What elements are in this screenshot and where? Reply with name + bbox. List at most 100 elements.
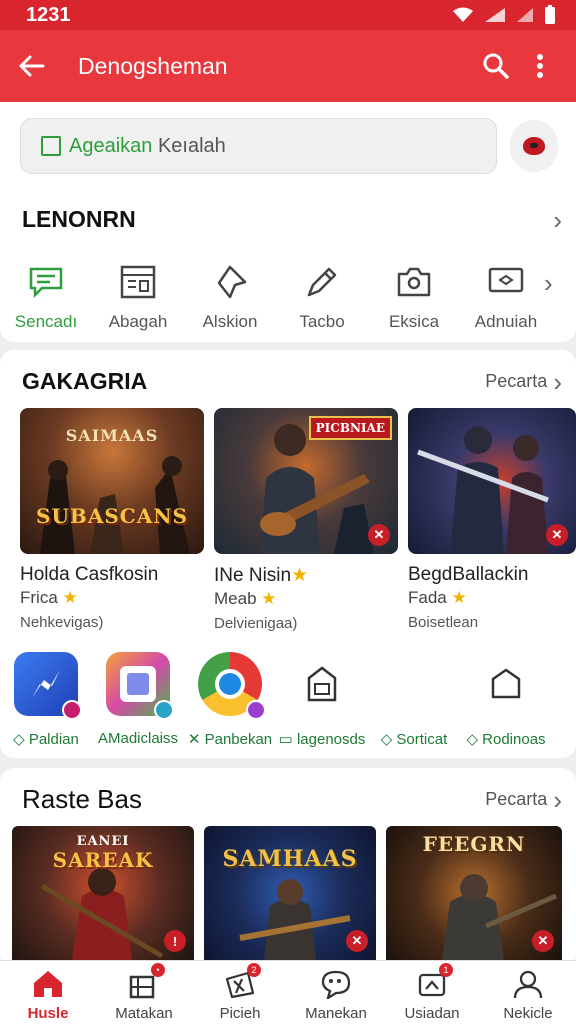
- chevron-right-icon[interactable]: ›: [544, 270, 553, 296]
- category-row: Sencadı Abagah Alskion Tacbo Eksica Adnu…: [0, 262, 576, 332]
- app-label: ✕ Panbekan: [187, 731, 273, 748]
- camera-icon: [394, 262, 434, 302]
- star-icon: ★: [62, 588, 78, 607]
- bottom-navigation: Husle • Matakan 2 Picieh Manekan 1 Usiad…: [0, 960, 576, 1024]
- bookmark-icon: [474, 652, 538, 716]
- game-subtitle-text: Meab: [214, 589, 257, 608]
- game-thumbnail[interactable]: PICBNIAE ✕: [214, 408, 398, 554]
- pen-icon: [302, 262, 342, 302]
- second-section: Raste Bas Pecarta › EANEI SAREAK ! SAMHAA…: [0, 768, 576, 968]
- nav-item-tickets[interactable]: 2 Picieh: [192, 961, 288, 1024]
- game-badge: ✕: [346, 930, 368, 952]
- profile-button[interactable]: [510, 120, 558, 172]
- nav-item-notifications[interactable]: 1 Usiadan: [384, 961, 480, 1024]
- top-card: Ageaikan Keıalah LENONRN › Sencadı Abaga…: [0, 102, 576, 342]
- app-item[interactable]: ◇ Paldian: [0, 652, 92, 748]
- signal-icon-2: [517, 8, 533, 22]
- game-badge: ✕: [532, 930, 554, 952]
- category-item[interactable]: Adnuiah: [460, 262, 552, 332]
- messenger-icon: [14, 652, 82, 720]
- category-item[interactable]: Eksica: [368, 262, 460, 332]
- search-text: Ageaikan Keıalah: [69, 135, 226, 158]
- app-item[interactable]: AMadiclaiss: [92, 652, 184, 748]
- game-thumbnail[interactable]: SAIMAAS SUBASCANS: [20, 408, 204, 554]
- game-thumbnail[interactable]: SAMHAAS ✕: [204, 826, 376, 960]
- game-name: BegdBallackin: [408, 564, 529, 585]
- game-subtitle-text: Fada: [408, 588, 447, 607]
- search-text-green: Ageaikan: [69, 134, 153, 157]
- game-subtitle: Meab ★: [214, 589, 398, 609]
- app-item[interactable]: ▭ lagenosds: [276, 652, 368, 748]
- ticket-icon: [486, 262, 526, 302]
- tag-icon: [382, 652, 446, 716]
- home-icon: [31, 967, 65, 1001]
- app-label: ◇ Paldian: [13, 731, 79, 748]
- app-label: ◇ Sorticat: [380, 731, 448, 748]
- back-button[interactable]: [14, 49, 48, 83]
- game-art-title: FEEGRN: [422, 832, 526, 856]
- signal-icon: [485, 8, 505, 22]
- see-more-link[interactable]: Pecarta ›: [485, 787, 562, 813]
- game-art-top: SAIMAAS: [65, 426, 159, 445]
- chevron-right-icon: ›: [553, 366, 562, 397]
- nav-item-profile[interactable]: Nekicle: [480, 961, 576, 1024]
- see-more-label: Pecarta: [485, 789, 548, 809]
- page-title: Denogsheman: [78, 52, 228, 79]
- app-item[interactable]: ◇ Rodinoas: [460, 652, 552, 748]
- search-input[interactable]: Ageaikan Keıalah: [20, 118, 497, 174]
- game-subtitle: Fada ★: [408, 588, 576, 608]
- game-name: INe Nisin★: [214, 564, 398, 587]
- game-subtitle: Frica ★: [20, 588, 204, 608]
- nav-label: Matakan: [115, 1005, 173, 1022]
- more-vert-icon: [537, 54, 543, 78]
- games-row: SAIMAAS SUBASCANS Holda Casfkosin Frica …: [20, 408, 576, 632]
- games-title: GAKAGRIA: [22, 368, 148, 394]
- game-card[interactable]: PICBNIAE ✕ INe Nisin★ Meab ★ Delvienigaa…: [214, 408, 398, 632]
- nav-label: Nekicle: [503, 1005, 553, 1022]
- app-bar: Denogsheman: [0, 30, 576, 102]
- category-item[interactable]: Alskion: [184, 262, 276, 332]
- chevron-right-icon: ›: [553, 204, 562, 235]
- game-badge: !: [164, 930, 186, 952]
- search-icon: [483, 53, 509, 79]
- categories-header[interactable]: LENONRN ›: [22, 206, 562, 233]
- gallery-icon: [106, 652, 174, 720]
- calendar-icon: [118, 262, 158, 302]
- app-label-text: lagenosds: [296, 731, 366, 748]
- wifi-icon: [453, 7, 473, 22]
- game-badge: ✕: [368, 524, 390, 546]
- game-meta: Delvienigaa): [214, 615, 298, 632]
- app-item[interactable]: ◇ Sorticat: [368, 652, 460, 748]
- game-meta: Nehkevigas): [20, 614, 104, 631]
- more-options-button[interactable]: [518, 44, 562, 88]
- tag-icon: [210, 262, 250, 302]
- game-name-text: INe Nisin: [214, 565, 292, 586]
- game-thumbnail[interactable]: EANEI SAREAK !: [12, 826, 194, 960]
- search-button[interactable]: [474, 44, 518, 88]
- game-thumbnail[interactable]: FEEGRN ✕: [386, 826, 562, 960]
- second-title: Raste Bas: [22, 784, 142, 814]
- see-more-link[interactable]: Pecarta ›: [485, 369, 562, 395]
- category-item[interactable]: Tacbo: [276, 262, 368, 332]
- game-card[interactable]: ✕ BegdBallackin Fada ★ Boisetlean: [408, 408, 576, 632]
- notification-icon: 1: [415, 963, 453, 1001]
- category-item[interactable]: Sencadı: [0, 262, 92, 332]
- game-badge: ✕: [546, 524, 568, 546]
- game-card[interactable]: SAIMAAS SUBASCANS Holda Casfkosin Frica …: [20, 408, 204, 632]
- chevron-right-icon: ›: [553, 784, 562, 815]
- app-item[interactable]: ✕ Panbekan: [184, 652, 276, 748]
- game-art-title: SAREAK: [52, 848, 154, 872]
- nav-item-chat[interactable]: Manekan: [288, 961, 384, 1024]
- star-icon: ★: [261, 589, 277, 608]
- category-label: Tacbo: [299, 312, 345, 331]
- search-text-gray: Keıalah: [157, 134, 226, 157]
- game-thumbnail[interactable]: ✕: [408, 408, 576, 554]
- nav-item-apps[interactable]: • Matakan: [96, 961, 192, 1024]
- nav-label: Usiadan: [404, 1005, 460, 1022]
- category-label: Alskion: [202, 312, 258, 331]
- category-label: Eksica: [388, 312, 440, 331]
- profile-icon: [511, 967, 545, 1001]
- nav-item-home[interactable]: Husle: [0, 961, 96, 1024]
- app-label-text: Panbekan: [204, 731, 273, 748]
- category-item[interactable]: Abagah: [92, 262, 184, 332]
